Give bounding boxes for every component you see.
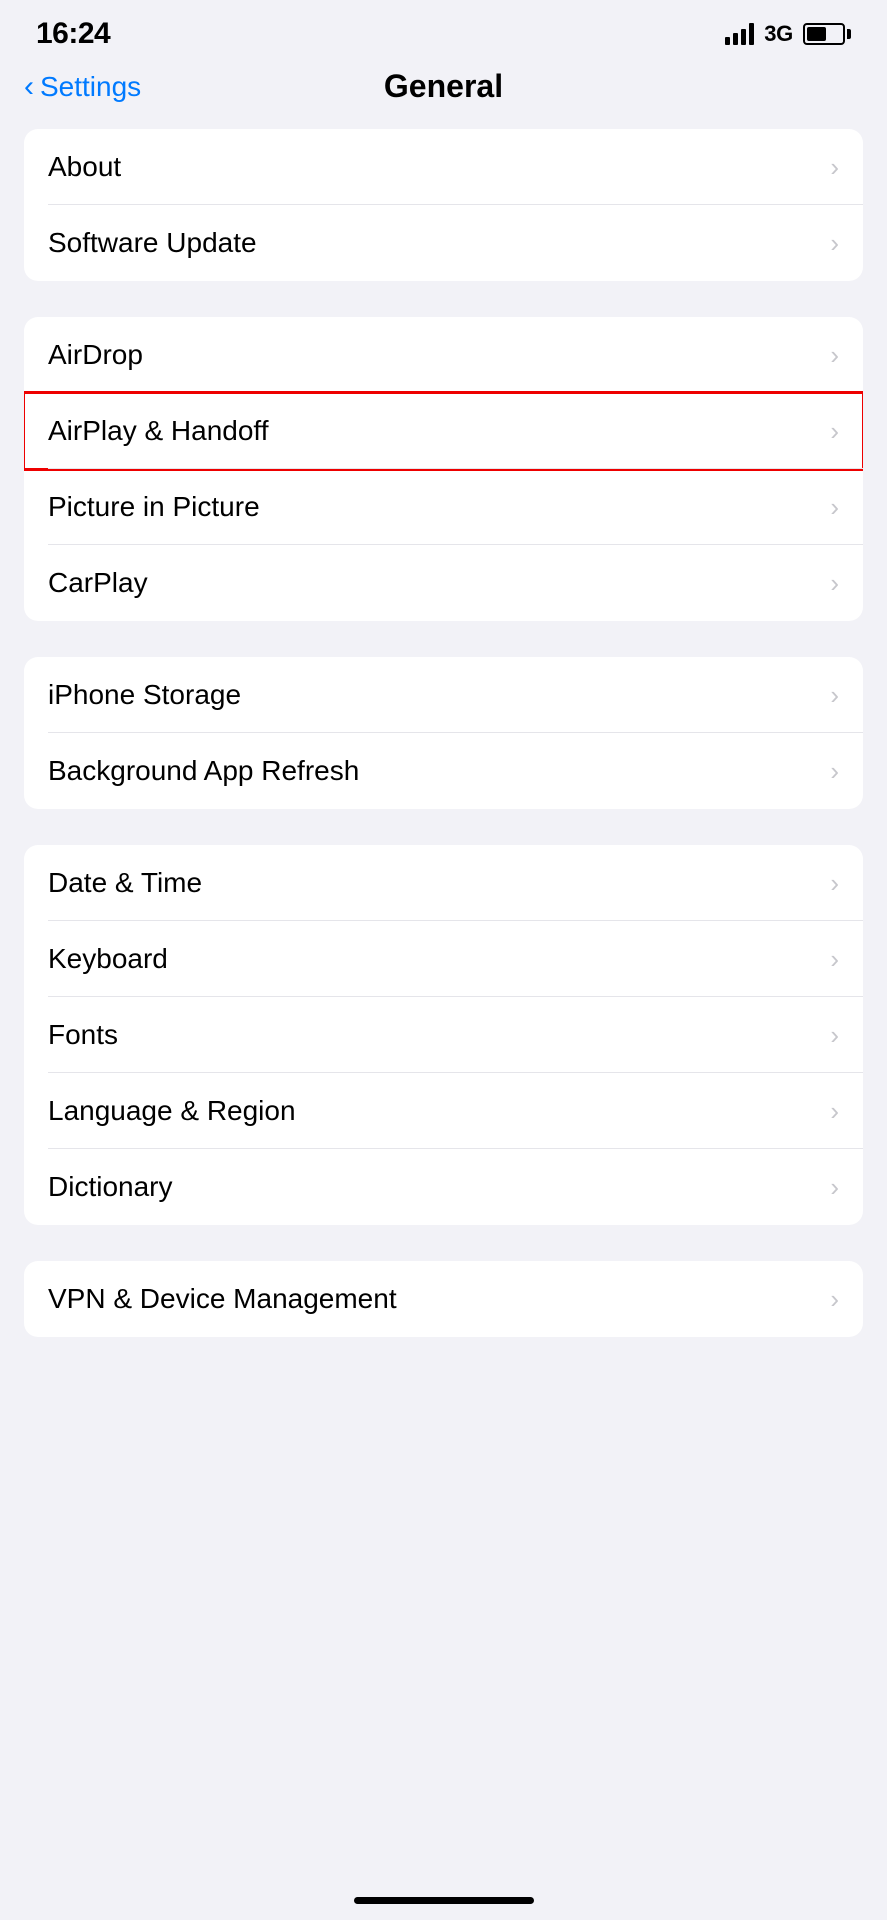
chevron-software-update-icon: › <box>830 228 839 259</box>
status-bar: 16:24 3G <box>0 0 887 60</box>
settings-row-label-dictionary: Dictionary <box>48 1171 172 1203</box>
status-time: 16:24 <box>36 17 110 51</box>
settings-row-label-fonts: Fonts <box>48 1019 118 1051</box>
settings-row-language-region[interactable]: Language & Region › <box>24 1073 863 1149</box>
nav-header: ‹ Settings General <box>0 60 887 121</box>
back-chevron-icon: ‹ <box>24 72 34 102</box>
settings-row-label-software-update: Software Update <box>48 227 257 259</box>
settings-row-label-keyboard: Keyboard <box>48 943 168 975</box>
battery-fill <box>807 27 826 41</box>
settings-content: About › Software Update › AirDrop › AirP… <box>0 121 887 1381</box>
settings-row-date-time[interactable]: Date & Time › <box>24 845 863 921</box>
battery-body <box>803 23 845 45</box>
home-bar <box>354 1897 534 1904</box>
settings-row-label-language-region: Language & Region <box>48 1095 296 1127</box>
settings-row-airdrop[interactable]: AirDrop › <box>24 317 863 393</box>
chevron-background-app-refresh-icon: › <box>830 756 839 787</box>
settings-group-4: Date & Time › Keyboard › Fonts › Languag… <box>24 845 863 1225</box>
settings-row-carplay[interactable]: CarPlay › <box>24 545 863 621</box>
settings-row-software-update[interactable]: Software Update › <box>24 205 863 281</box>
settings-card-1: About › Software Update › <box>24 129 863 281</box>
settings-card-5: VPN & Device Management › <box>24 1261 863 1337</box>
settings-row-background-app-refresh[interactable]: Background App Refresh › <box>24 733 863 809</box>
settings-row-label-iphone-storage: iPhone Storage <box>48 679 241 711</box>
back-button[interactable]: ‹ Settings <box>24 71 141 103</box>
settings-row-fonts[interactable]: Fonts › <box>24 997 863 1073</box>
status-icons: 3G <box>725 21 851 47</box>
settings-row-picture-in-picture[interactable]: Picture in Picture › <box>24 469 863 545</box>
network-type: 3G <box>764 21 793 47</box>
battery-tip <box>847 29 851 39</box>
settings-row-iphone-storage[interactable]: iPhone Storage › <box>24 657 863 733</box>
chevron-language-region-icon: › <box>830 1096 839 1127</box>
settings-card-3: iPhone Storage › Background App Refresh … <box>24 657 863 809</box>
chevron-airplay-handoff-icon: › <box>830 416 839 447</box>
settings-row-label-vpn-device-management: VPN & Device Management <box>48 1283 397 1315</box>
chevron-keyboard-icon: › <box>830 944 839 975</box>
settings-group-2: AirDrop › AirPlay & Handoff › Picture in… <box>24 317 863 621</box>
chevron-iphone-storage-icon: › <box>830 680 839 711</box>
settings-card-2: AirDrop › AirPlay & Handoff › Picture in… <box>24 317 863 621</box>
settings-row-label-background-app-refresh: Background App Refresh <box>48 755 359 787</box>
chevron-picture-in-picture-icon: › <box>830 492 839 523</box>
home-indicator <box>0 1877 887 1920</box>
page-title: General <box>384 68 503 105</box>
settings-row-label-carplay: CarPlay <box>48 567 148 599</box>
signal-bars-icon <box>725 23 754 45</box>
settings-group-5: VPN & Device Management › <box>24 1261 863 1337</box>
signal-bar-3 <box>741 29 746 45</box>
settings-card-4: Date & Time › Keyboard › Fonts › Languag… <box>24 845 863 1225</box>
settings-row-label-about: About <box>48 151 121 183</box>
settings-row-vpn-device-management[interactable]: VPN & Device Management › <box>24 1261 863 1337</box>
settings-row-label-airplay-handoff: AirPlay & Handoff <box>48 415 269 447</box>
settings-row-keyboard[interactable]: Keyboard › <box>24 921 863 997</box>
battery-icon <box>803 23 851 45</box>
settings-row-dictionary[interactable]: Dictionary › <box>24 1149 863 1225</box>
settings-row-airplay-handoff[interactable]: AirPlay & Handoff › <box>24 393 863 469</box>
chevron-carplay-icon: › <box>830 568 839 599</box>
signal-bar-4 <box>749 23 754 45</box>
signal-bar-1 <box>725 37 730 45</box>
back-label: Settings <box>40 71 141 103</box>
settings-row-about[interactable]: About › <box>24 129 863 205</box>
settings-row-label-picture-in-picture: Picture in Picture <box>48 491 260 523</box>
chevron-dictionary-icon: › <box>830 1172 839 1203</box>
chevron-about-icon: › <box>830 152 839 183</box>
signal-bar-2 <box>733 33 738 45</box>
settings-group-3: iPhone Storage › Background App Refresh … <box>24 657 863 809</box>
settings-row-label-date-time: Date & Time <box>48 867 202 899</box>
settings-row-label-airdrop: AirDrop <box>48 339 143 371</box>
chevron-fonts-icon: › <box>830 1020 839 1051</box>
chevron-airdrop-icon: › <box>830 340 839 371</box>
settings-group-1: About › Software Update › <box>24 129 863 281</box>
chevron-date-time-icon: › <box>830 868 839 899</box>
chevron-vpn-device-management-icon: › <box>830 1284 839 1315</box>
